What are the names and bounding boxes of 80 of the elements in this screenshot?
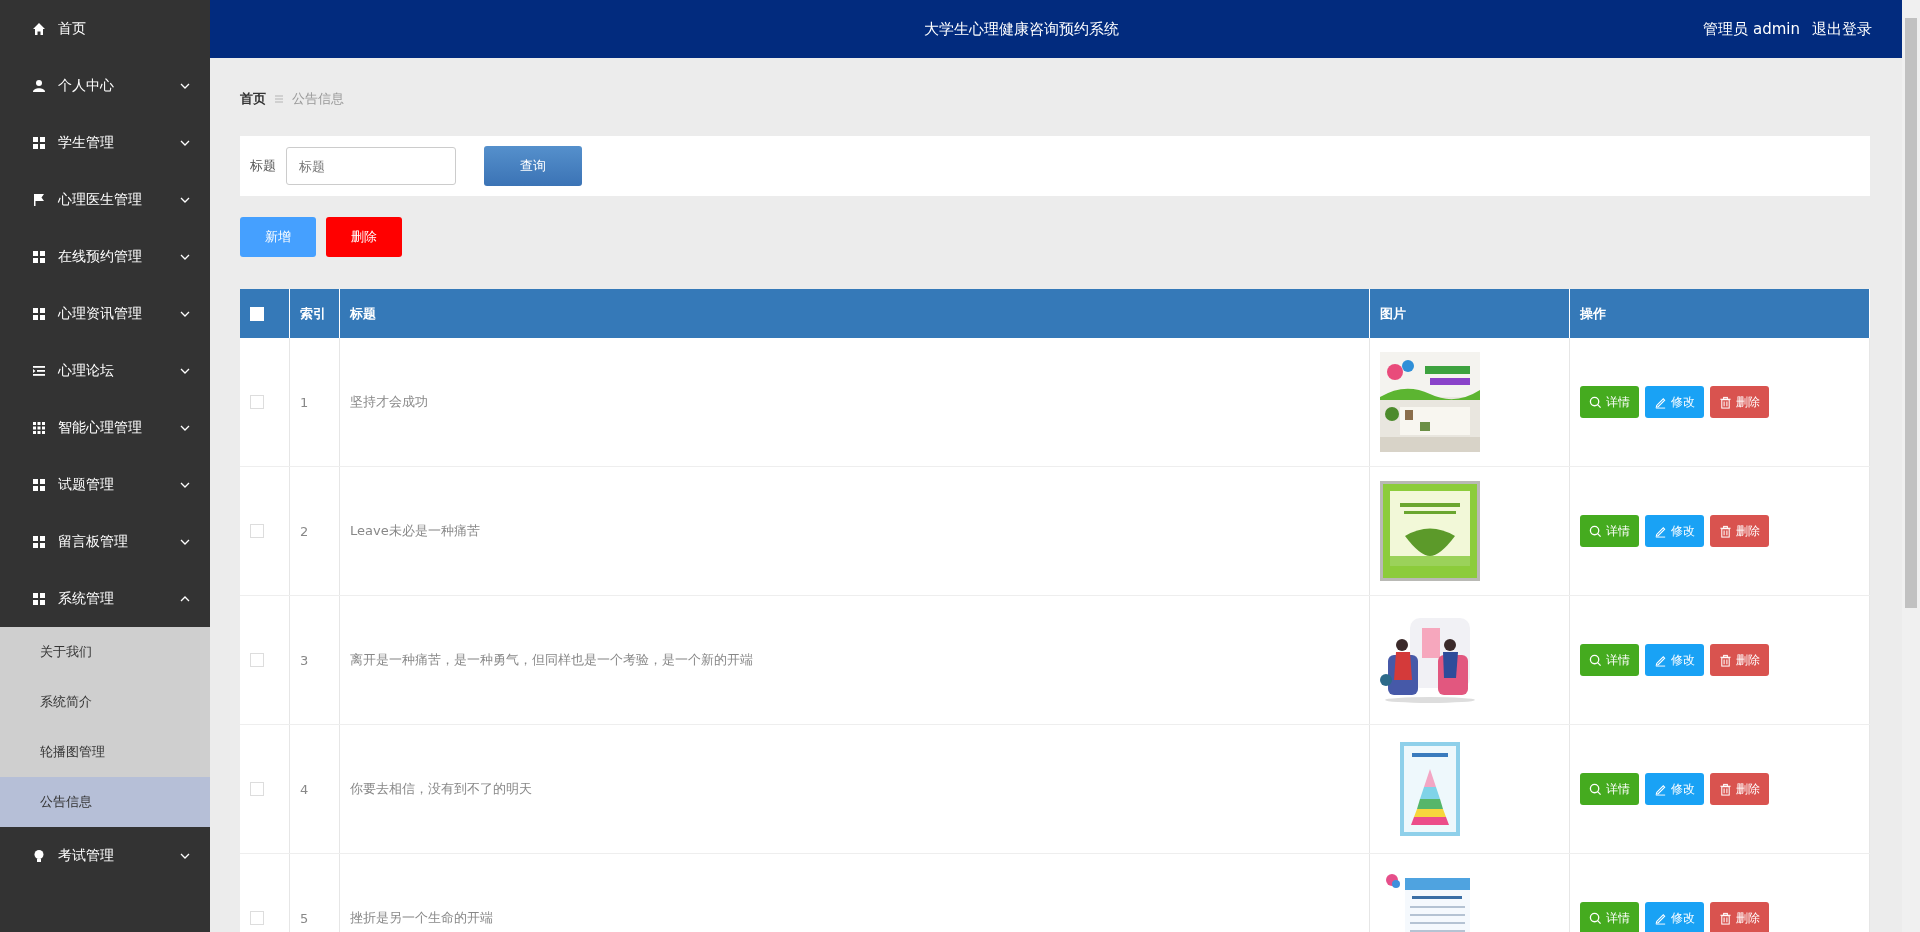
delete-button[interactable]: 删除 bbox=[326, 217, 402, 257]
trash-icon bbox=[1719, 524, 1732, 538]
table-cell: Leave未必是一种痛苦 bbox=[350, 522, 480, 540]
column-header: 标题 bbox=[350, 304, 376, 323]
sidebar-item[interactable]: 首页 bbox=[0, 0, 210, 57]
trash-icon bbox=[1719, 395, 1732, 409]
search-icon bbox=[1589, 653, 1602, 667]
sidebar-item[interactable]: 个人中心 bbox=[0, 57, 210, 114]
grid-icon bbox=[32, 306, 46, 321]
list-icon bbox=[32, 363, 46, 378]
table-cell: 离开是一种痛苦，是一种勇气，但同样也是一个考验，是一个新的开端 bbox=[350, 651, 753, 669]
scrollbar-thumb[interactable] bbox=[1905, 18, 1917, 608]
pencil-icon bbox=[1654, 782, 1667, 796]
delete-button[interactable]: 删除 bbox=[1710, 515, 1769, 547]
grid-icon bbox=[32, 249, 46, 264]
grid-icon bbox=[32, 534, 46, 549]
grid-icon bbox=[32, 477, 46, 492]
breadcrumb-item: 公告信息 bbox=[292, 90, 344, 108]
scrollbar[interactable] bbox=[1902, 0, 1920, 932]
person-icon bbox=[32, 78, 46, 93]
sidebar-item[interactable]: 心理医生管理 bbox=[0, 171, 210, 228]
column-header: 图片 bbox=[1380, 304, 1406, 323]
bulb-icon bbox=[32, 848, 46, 863]
row-checkbox[interactable] bbox=[250, 653, 264, 667]
table-cell: 坚持才会成功 bbox=[350, 393, 428, 411]
table-cell: 2 bbox=[300, 523, 309, 539]
grid-icon bbox=[32, 135, 46, 150]
separator-icon bbox=[274, 93, 284, 105]
pencil-icon bbox=[1654, 395, 1667, 409]
row-checkbox[interactable] bbox=[250, 395, 264, 409]
flag-icon bbox=[32, 192, 46, 207]
table-cell: 4 bbox=[300, 781, 309, 797]
search-icon bbox=[1589, 395, 1602, 409]
sidebar-item[interactable]: 心理论坛 bbox=[0, 342, 210, 399]
row-checkbox[interactable] bbox=[250, 524, 264, 538]
logout-link[interactable]: 退出登录 bbox=[1812, 19, 1872, 39]
submenu-item[interactable]: 系统简介 bbox=[0, 677, 210, 727]
search-icon bbox=[1589, 782, 1602, 796]
table-cell: 你要去相信，没有到不了的明天 bbox=[350, 780, 532, 798]
row-checkbox[interactable] bbox=[250, 911, 264, 925]
pencil-icon bbox=[1654, 911, 1667, 925]
sidebar-item[interactable]: 试题管理 bbox=[0, 456, 210, 513]
trash-icon bbox=[1719, 911, 1732, 925]
row-checkbox[interactable] bbox=[250, 782, 264, 796]
user-label: 管理员 admin bbox=[1703, 19, 1800, 39]
search-icon bbox=[1589, 911, 1602, 925]
sidebar-item[interactable]: 在线预约管理 bbox=[0, 228, 210, 285]
pencil-icon bbox=[1654, 653, 1667, 667]
table-cell: 5 bbox=[300, 910, 309, 926]
sidebar-item[interactable]: 系统管理 bbox=[0, 570, 210, 627]
sidebar-item[interactable]: 留言板管理 bbox=[0, 513, 210, 570]
trash-icon bbox=[1719, 782, 1732, 796]
sidebar-item[interactable]: 学生管理 bbox=[0, 114, 210, 171]
table-cell: 1 bbox=[300, 394, 309, 410]
search-label: 标题 bbox=[250, 157, 276, 175]
select-all-checkbox[interactable] bbox=[250, 306, 264, 321]
query-button[interactable]: 查询 bbox=[484, 146, 582, 186]
table-cell: 3 bbox=[300, 652, 309, 668]
pencil-icon bbox=[1654, 524, 1667, 538]
grid-icon bbox=[32, 591, 46, 606]
sidebar-item[interactable]: 考试管理 bbox=[0, 827, 210, 884]
grid-icon bbox=[32, 420, 46, 435]
delete-button[interactable]: 删除 bbox=[1710, 902, 1769, 932]
trash-icon bbox=[1719, 653, 1732, 667]
column-header: 操作 bbox=[1580, 304, 1606, 323]
delete-button[interactable]: 删除 bbox=[1710, 773, 1769, 805]
column-header: 索引 bbox=[300, 304, 326, 323]
breadcrumb-item[interactable]: 首页 bbox=[240, 90, 266, 108]
search-field[interactable]: 标题 bbox=[286, 147, 456, 185]
app-title: 大学生心理健康咨询预约系统 bbox=[923, 19, 1121, 39]
sidebar-item[interactable]: 心理资讯管理 bbox=[0, 285, 210, 342]
submenu-item[interactable]: 轮播图管理 bbox=[0, 727, 210, 777]
search-icon bbox=[1589, 524, 1602, 538]
sidebar-item[interactable]: 智能心理管理 bbox=[0, 399, 210, 456]
submenu-item[interactable]: 关于我们 bbox=[0, 627, 210, 677]
table-cell: 挫折是另一个生命的开端 bbox=[350, 909, 493, 927]
delete-button[interactable]: 删除 bbox=[1710, 644, 1769, 676]
submenu-item[interactable]: 公告信息 bbox=[0, 777, 210, 827]
home-icon bbox=[32, 21, 46, 36]
delete-button[interactable]: 删除 bbox=[1710, 386, 1769, 418]
